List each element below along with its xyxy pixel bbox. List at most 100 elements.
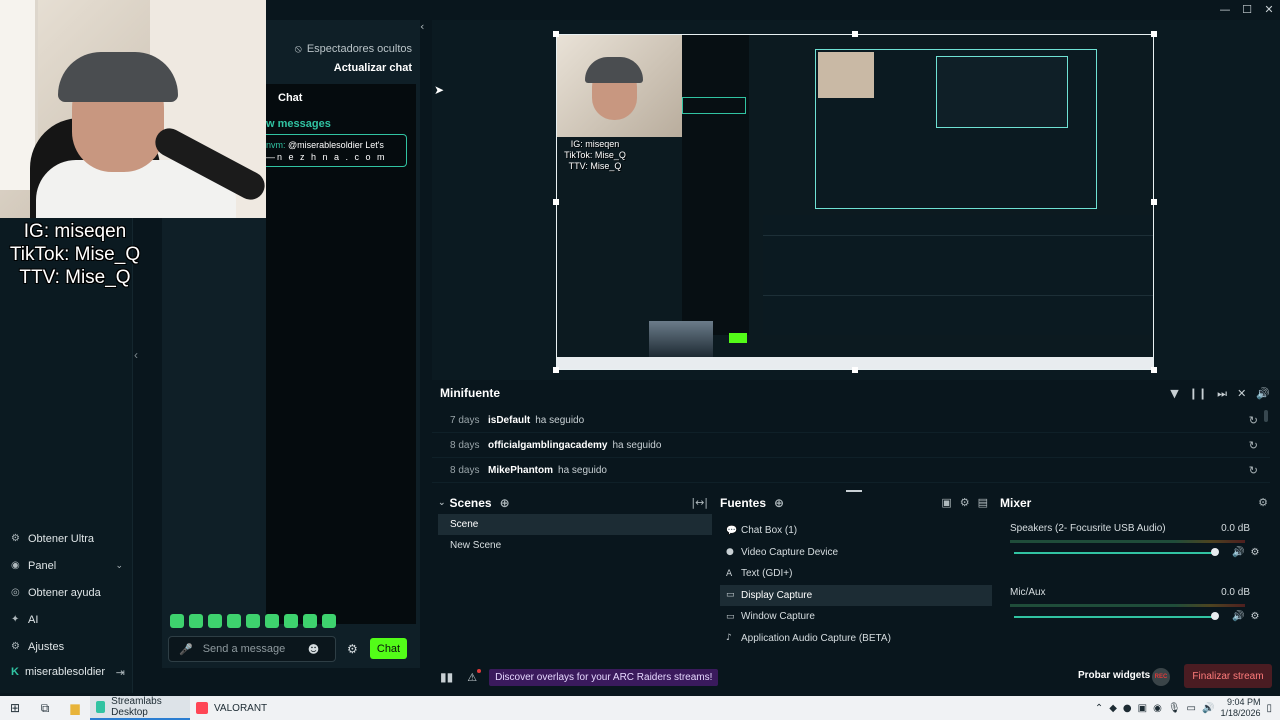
logout-icon[interactable]: ⇥ [116,666,125,679]
emote-icon[interactable] [189,614,203,628]
taskbar-app-valorant[interactable]: VALORANT [190,696,277,720]
volume-icon[interactable]: 🔊 [1232,611,1244,622]
list-item[interactable]: 7 days isDefault ha seguido ↻ [432,408,1270,433]
emoji-icon[interactable]: ☻ [308,643,319,656]
end-stream-button[interactable]: Finalizar stream [1184,664,1272,688]
volume-icon[interactable]: 🔊 [1232,547,1244,558]
add-scene-icon[interactable]: ⊕ [500,496,510,510]
chat-message-input[interactable] [202,643,308,655]
source-item[interactable]: A Text (GDI+) [720,563,992,585]
notifications-icon[interactable]: ⚠ [467,668,482,684]
source-item[interactable]: ● Video Capture Device [720,542,992,564]
emote-icon[interactable] [284,614,298,628]
maximize-button[interactable]: ☐ [1236,0,1258,18]
emote-icon[interactable] [170,614,184,628]
scene-item[interactable]: New Scene [438,535,712,556]
resize-handle[interactable] [1151,367,1157,373]
scenes-title-arrow[interactable]: ⌄ [438,498,446,508]
volume-slider[interactable] [1014,552,1214,554]
refresh-chat-button[interactable]: Actualizar chat [334,62,412,74]
volume-slider-knob[interactable] [1211,548,1219,556]
mute-alerts-icon[interactable]: ✕ [1237,387,1246,401]
minimize-button[interactable]: — [1214,0,1236,18]
add-source-icon[interactable]: ⊕ [774,496,784,510]
pause-icon[interactable]: ❙❙ [1189,387,1207,401]
emote-icon[interactable] [246,614,260,628]
resize-handle[interactable] [1151,199,1157,205]
task-view-icon[interactable]: ⧉ [30,696,60,720]
start-icon[interactable]: ⊞ [0,696,30,720]
source-label: Display Capture [741,589,813,601]
hidden-viewers-toggle[interactable]: ⦸ Espectadores ocultos [295,42,412,56]
filter-icon[interactable]: ▼ [1170,387,1178,401]
file-explorer-icon[interactable]: ▆ [60,696,90,720]
gear-icon[interactable]: ⚙ [1250,547,1259,558]
mixer-settings-icon[interactable]: ⚙ [1258,496,1268,509]
skip-icon[interactable]: ⏭ [1217,387,1227,401]
close-button[interactable]: ✕ [1258,0,1280,18]
folder-icon[interactable]: ▤ [978,496,988,509]
repeat-alert-icon[interactable]: ↻ [1249,439,1258,452]
resize-handle[interactable] [852,31,858,37]
microphone-icon[interactable]: 🎤 [179,643,193,656]
volume-slider-knob[interactable] [1211,612,1219,620]
stream-preview[interactable]: IG: miseqen TikTok: Mise_Q TTV: Mise_Q [556,34,1154,370]
preview-chat [682,35,749,335]
minifeed-tools: ▼ ❙❙ ⏭ ✕ 🔊 [1170,387,1270,401]
chat-message-user[interactable]: nvm: [266,140,286,150]
sidebar-item-ultra[interactable]: ⚙ Obtener Ultra [0,525,133,552]
list-item[interactable]: 8 days MikePhantom ha seguido ↻ [432,458,1270,483]
repeat-alert-icon[interactable]: ↻ [1249,464,1258,477]
new-messages-label[interactable]: w messages [266,118,331,130]
resize-handle[interactable] [852,367,858,373]
volume-icon[interactable]: 🔊 [1202,703,1214,714]
eye-off-icon: ⦸ [294,42,302,55]
sidebar-user[interactable]: K miserablesoldier ⇥ [0,660,133,684]
sidebar-item-ai[interactable]: ✦ AI [0,606,133,633]
source-settings-icon[interactable]: ⚙ [960,496,970,509]
emote-icon[interactable] [265,614,279,628]
overlay-promo-link[interactable]: Discover overlays for your ARC Raiders s… [489,668,719,686]
microphone-icon[interactable]: 🎙 [1168,703,1181,714]
volume-slider[interactable] [1014,616,1214,618]
resize-handle[interactable] [553,31,559,37]
tray-app-icon[interactable]: ◆ [1109,703,1117,714]
minifeed-scrollbar[interactable] [1264,410,1268,422]
sidebar-collapse-icon[interactable]: ‹ [134,348,138,362]
sidebar-item-settings[interactable]: ⚙ Ajustes [0,633,133,660]
sidebar-item-panel[interactable]: ◉ Panel ⌄ [0,552,133,579]
resize-handle[interactable] [553,367,559,373]
tray-app-icon[interactable]: ▣ [1138,703,1147,714]
tray-app-icon[interactable]: ● [1123,703,1132,714]
record-button[interactable]: REC [1152,668,1170,686]
chat-collapse-icon[interactable]: ‹ [420,20,424,33]
emote-icon[interactable] [208,614,222,628]
volume-icon[interactable]: 🔊 [1256,387,1270,401]
repeat-alert-icon[interactable]: ↻ [1249,414,1258,427]
source-item[interactable]: ♪ Application Audio Capture (BETA) [720,628,992,650]
source-item[interactable]: ▭ Display Capture [720,584,992,606]
source-item[interactable]: ▭ Window Capture [720,606,992,628]
emote-icon[interactable] [227,614,241,628]
chat-settings-icon[interactable]: ⚙ [347,642,358,656]
list-item[interactable]: 8 days officialgamblingacademy ha seguid… [432,433,1270,458]
test-widgets-button[interactable]: Probar widgets [1078,670,1150,681]
gear-icon[interactable]: ⚙ [1250,611,1259,622]
emote-icon[interactable] [322,614,336,628]
source-group-icon[interactable]: ▣ [941,496,951,509]
chat-send-button[interactable]: Chat [370,638,407,659]
performance-stats-icon[interactable]: ▮▮ [440,670,453,684]
emote-icon[interactable] [303,614,317,628]
notifications-icon[interactable]: ▯ [1266,703,1272,714]
taskbar-app-streamlabs[interactable]: Streamlabs Desktop [90,696,190,720]
resize-handle[interactable] [553,199,559,205]
tray-overflow-icon[interactable]: ⌃ [1095,703,1103,714]
tray-app-icon[interactable]: ◉ [1153,703,1162,714]
network-icon[interactable]: ▭ [1187,703,1196,714]
system-clock[interactable]: 9:04 PM 1/18/2026 [1220,697,1260,719]
scene-transitions-icon[interactable]: |↔| [691,496,708,509]
resize-handle[interactable] [1151,31,1157,37]
sidebar-item-help[interactable]: ◎ Obtener ayuda [0,579,133,606]
source-item[interactable]: 💬 Chat Box (1) [720,520,992,542]
scene-item[interactable]: Scene [438,514,712,535]
